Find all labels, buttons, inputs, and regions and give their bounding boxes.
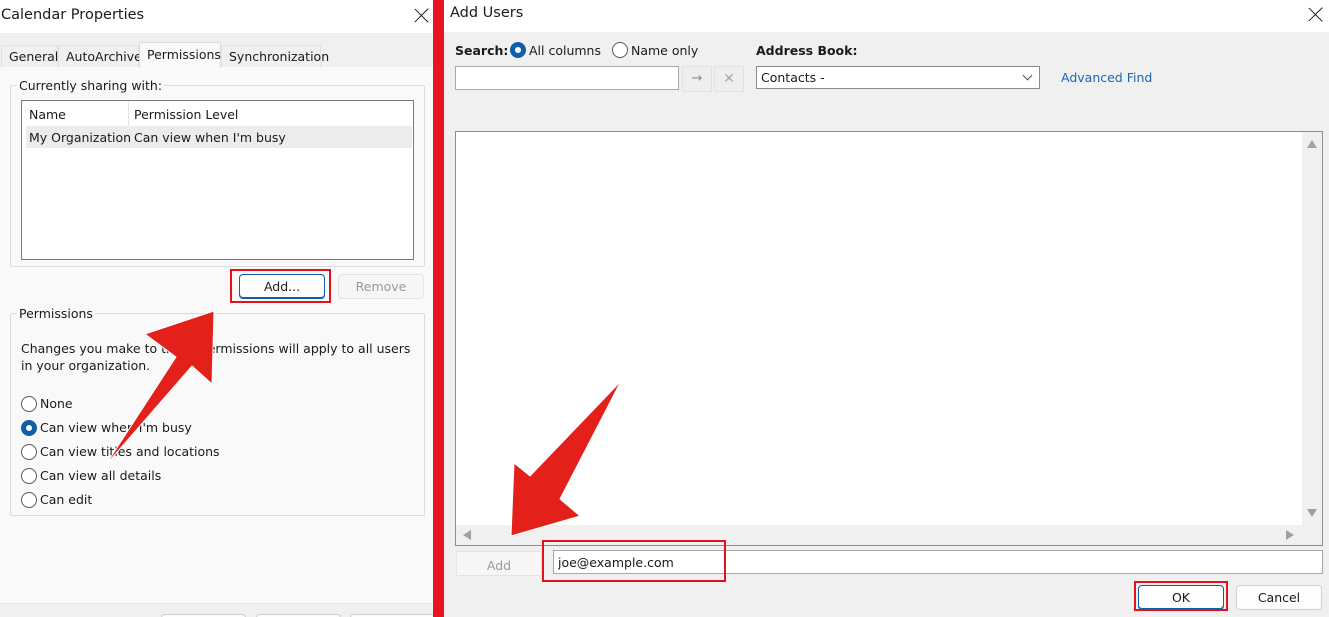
scroll-right-icon[interactable]	[1286, 530, 1294, 540]
permission-option-none[interactable]: None	[21, 395, 321, 413]
radio-label-name-only[interactable]: Name only	[631, 43, 698, 58]
column-header-name[interactable]: Name	[29, 107, 66, 122]
ok-button[interactable]: OK	[1138, 585, 1224, 610]
radio-label[interactable]: Can edit	[40, 492, 92, 507]
table-header: Name Permission Level	[22, 101, 413, 126]
address-book-label: Address Book:	[756, 43, 858, 58]
close-icon: ✕	[723, 71, 735, 87]
permission-option-all-details[interactable]: Can view all details	[21, 467, 321, 485]
scroll-left-icon[interactable]	[463, 530, 471, 540]
clear-button[interactable]: ✕	[714, 66, 744, 92]
add-button[interactable]: Add...	[239, 274, 325, 299]
search-input[interactable]	[455, 66, 679, 90]
column-separator[interactable]	[128, 101, 129, 126]
dialog-title: Add Users	[450, 5, 524, 21]
radio-label[interactable]: Can view when I'm busy	[40, 420, 192, 435]
address-book-value: Contacts -	[761, 70, 825, 85]
add-user-button[interactable]: Add	[456, 551, 542, 576]
permission-option-edit[interactable]: Can edit	[21, 491, 321, 509]
permission-option-titles-locations[interactable]: Can view titles and locations	[21, 443, 321, 461]
dialog-title: Calendar Properties	[1, 7, 145, 23]
radio-label-all-columns[interactable]: All columns	[529, 43, 601, 58]
dialog-footer	[0, 603, 435, 617]
add-users-dialog: Add Users Search: All columns Name only …	[444, 0, 1329, 617]
chevron-down-icon	[1022, 70, 1033, 81]
row-name: My Organization	[29, 130, 132, 145]
cancel-button[interactable]: Cancel	[1236, 585, 1322, 610]
go-button[interactable]: →	[682, 66, 712, 92]
tab-general[interactable]: General	[1, 45, 58, 67]
radio-all-details[interactable]	[21, 468, 37, 484]
tab-autoarchive[interactable]: AutoArchive	[58, 45, 142, 67]
row-permission-level: Can view when I'm busy	[134, 130, 286, 145]
recipient-input[interactable]	[553, 550, 1323, 574]
search-label: Search:	[455, 43, 509, 58]
address-book-select[interactable]: Contacts -	[756, 66, 1040, 89]
radio-name-only[interactable]	[612, 42, 628, 58]
radio-label[interactable]: Can view all details	[40, 468, 161, 483]
remove-button[interactable]: Remove	[338, 274, 424, 299]
sharing-table[interactable]: Name Permission Level My Organization Ca…	[21, 100, 414, 260]
red-divider	[433, 0, 444, 617]
close-icon[interactable]	[414, 7, 430, 23]
title-bar: Add Users	[444, 0, 1329, 32]
user-list[interactable]	[455, 131, 1323, 546]
table-row[interactable]: My Organization Can view when I'm busy	[26, 126, 412, 148]
sharing-group-label: Currently sharing with:	[17, 78, 165, 93]
arrow-right-icon: →	[691, 71, 703, 86]
radio-edit[interactable]	[21, 492, 37, 508]
calendar-properties-dialog: Calendar Properties General AutoArchive …	[0, 0, 435, 617]
radio-label[interactable]: None	[40, 396, 73, 411]
tab-permissions[interactable]: Permissions	[139, 42, 221, 68]
column-header-permission-level[interactable]: Permission Level	[134, 107, 238, 122]
tab-synchronization[interactable]: Synchronization	[221, 45, 329, 67]
vertical-scrollbar[interactable]	[1302, 132, 1322, 525]
scroll-down-icon[interactable]	[1307, 509, 1317, 517]
scroll-up-icon[interactable]	[1307, 140, 1317, 148]
advanced-find-link[interactable]: Advanced Find	[1061, 70, 1152, 85]
radio-titles-locations[interactable]	[21, 444, 37, 460]
title-bar: Calendar Properties	[0, 0, 433, 33]
tab-strip: General AutoArchive Permissions Synchron…	[0, 33, 433, 68]
radio-busy[interactable]	[21, 420, 37, 436]
permission-option-busy[interactable]: Can view when I'm busy	[21, 419, 321, 437]
permissions-group-label: Permissions	[17, 306, 95, 321]
permissions-description: Changes you make to these permissions wi…	[21, 341, 411, 373]
radio-none[interactable]	[21, 396, 37, 412]
horizontal-scrollbar[interactable]	[456, 525, 1322, 545]
radio-all-columns[interactable]	[510, 42, 526, 58]
close-icon[interactable]	[1308, 6, 1324, 22]
radio-label[interactable]: Can view titles and locations	[40, 444, 220, 459]
